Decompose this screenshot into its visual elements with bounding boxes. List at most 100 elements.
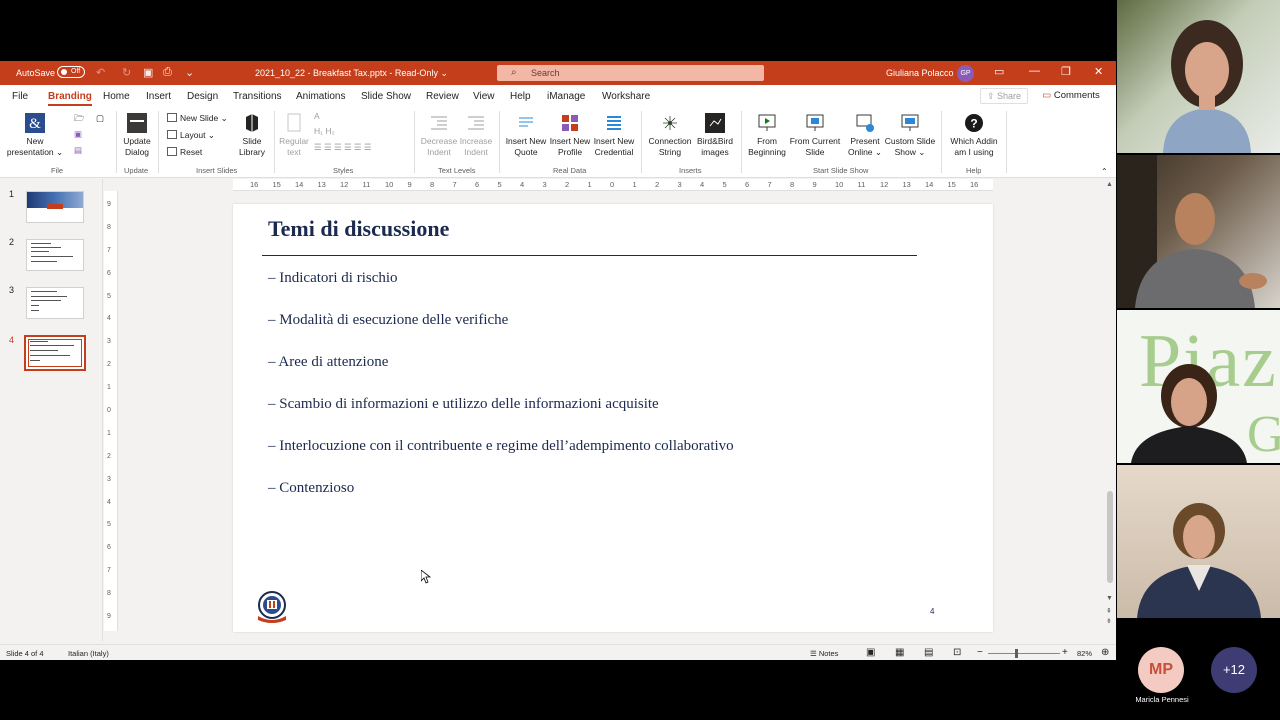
list-style-icons[interactable]: ☰ ☰ ☰ ☰ ☰ ☰	[314, 142, 372, 153]
ribbon-display-icon[interactable]: ▭	[994, 65, 1004, 78]
scroll-up-icon[interactable]: ▲	[1106, 181, 1113, 188]
slide-thumbnail-3[interactable]	[26, 287, 84, 319]
reset-button[interactable]: Reset	[167, 147, 202, 157]
collapse-ribbon-icon[interactable]: ⌃	[1101, 167, 1108, 176]
tab-file[interactable]: File	[12, 91, 28, 102]
close-icon[interactable]: ✕	[1094, 65, 1103, 78]
undo-icon[interactable]: ↶	[96, 66, 105, 79]
tab-insert[interactable]: Insert	[146, 91, 171, 102]
zoom-in-icon[interactable]: +	[1062, 647, 1068, 658]
user-name[interactable]: Giuliana Polacco	[886, 68, 954, 78]
from-beginning-button[interactable]: From Beginning	[745, 113, 789, 158]
zoom-slider-knob[interactable]	[1015, 649, 1018, 658]
autosave-toggle[interactable]: Off	[57, 66, 85, 78]
fit-to-window-icon[interactable]: ⊕	[1101, 647, 1109, 658]
bird-images-button[interactable]: Bird&Bird images	[694, 113, 736, 158]
user-avatar[interactable]: GP	[957, 65, 974, 82]
bird-images-label: Bird&Bird images	[697, 136, 733, 157]
tab-workshare[interactable]: Workshare	[602, 91, 650, 102]
insert-new-profile-button[interactable]: Insert New Profile	[548, 113, 592, 158]
decrease-indent-button[interactable]: Decrease Indent	[420, 113, 458, 158]
zoom-level[interactable]: 82%	[1077, 649, 1092, 658]
insert-new-credential-button[interactable]: Insert New Credential	[592, 113, 636, 158]
reading-view-icon[interactable]: ▤	[924, 647, 933, 658]
bullet-item[interactable]: – Aree di attenzione	[268, 354, 388, 371]
notes-button[interactable]: ☰ Notes	[810, 649, 838, 658]
customize-qat-icon[interactable]: ⌄	[185, 66, 194, 79]
save-as-icon[interactable]: ▣	[74, 129, 82, 140]
tab-view[interactable]: View	[473, 91, 495, 102]
bullet-item[interactable]: – Scambio di informazioni e utilizzo del…	[268, 396, 659, 413]
video-tile-participant[interactable]	[1117, 0, 1280, 153]
participant-video-image	[1137, 503, 1261, 618]
text-style-icon[interactable]: A	[314, 111, 320, 121]
tab-transitions[interactable]: Transitions	[233, 91, 282, 102]
scrollbar-thumb[interactable]	[1107, 491, 1113, 583]
comments-button[interactable]: ▭ Comments	[1034, 88, 1108, 104]
notes-icon: ☰	[810, 649, 817, 658]
update-dialog-button[interactable]: Update Dialog	[118, 113, 156, 158]
bullet-item[interactable]: – Interlocuzione con il contribuente e r…	[268, 438, 734, 455]
connection-string-button[interactable]: Connection String	[646, 113, 694, 158]
video-tile-participant[interactable]	[1117, 465, 1280, 618]
which-addin-button[interactable]: ? Which Addin am I using	[944, 113, 1004, 158]
ruler-tick-label: 9	[812, 180, 817, 189]
slide-thumbnail-1[interactable]	[26, 191, 84, 223]
more-participants-button[interactable]: +12	[1211, 647, 1257, 693]
normal-view-icon[interactable]: ▣	[866, 647, 875, 658]
tab-slide-show[interactable]: Slide Show	[361, 91, 411, 102]
previous-slide-icon[interactable]: ⇞	[1106, 607, 1112, 615]
present-online-button[interactable]: Present Online ⌄	[843, 113, 887, 158]
regular-text-icon	[287, 113, 301, 132]
zoom-slider-track[interactable]	[988, 653, 1060, 654]
thumbnail-line	[31, 261, 57, 262]
zoom-out-icon[interactable]: −	[977, 647, 983, 658]
slide-sorter-icon[interactable]: ▦	[895, 647, 904, 658]
bullet-item[interactable]: – Indicatori di rischio	[268, 270, 398, 287]
regular-text-label: Regular text	[279, 136, 309, 157]
bullet-item[interactable]: – Modalità di esecuzione delle verifiche	[268, 312, 508, 329]
bullet-item[interactable]: – Contenzioso	[268, 480, 354, 497]
mouse-cursor-icon	[421, 570, 431, 584]
regular-text-button[interactable]: Regular text	[276, 113, 312, 158]
next-slide-icon[interactable]: ⇟	[1106, 617, 1112, 625]
new-presentation-button[interactable]: & New presentation ⌄	[4, 113, 66, 158]
heading-style-icon[interactable]: H₁ H₂	[314, 126, 335, 136]
ruler-tick-label: 7	[107, 567, 111, 575]
new-slide-button[interactable]: New Slide ⌄	[167, 113, 228, 124]
tab-home[interactable]: Home	[103, 91, 130, 102]
minimize-icon[interactable]: —	[1029, 65, 1040, 77]
tab-design[interactable]: Design	[187, 91, 218, 102]
share-button[interactable]: ⇪ Share	[980, 88, 1028, 104]
slide-show-view-icon[interactable]: ⊡	[953, 647, 961, 658]
layout-button[interactable]: Layout ⌄	[167, 130, 215, 141]
slide-library-button[interactable]: Slide Library	[236, 113, 268, 158]
from-current-slide-button[interactable]: From Current Slide	[789, 113, 841, 158]
custom-slide-show-button[interactable]: Custom Slide Show ⌄	[883, 113, 937, 158]
tab-imanage[interactable]: iManage	[547, 91, 585, 102]
search-box[interactable]: ⌕ Search	[497, 65, 764, 81]
blank-page-icon[interactable]: ▢	[96, 113, 104, 124]
slide-title[interactable]: Temi di discussione	[268, 216, 449, 242]
slide-thumbnail-2[interactable]	[26, 239, 84, 271]
language-indicator[interactable]: Italian (Italy)	[68, 649, 109, 658]
save-copy-icon[interactable]: ▤	[74, 145, 82, 156]
tab-branding[interactable]: Branding	[48, 91, 92, 106]
video-tile-participant[interactable]: Piaz G	[1117, 310, 1280, 463]
slide-canvas[interactable]: Temi di discussione – Indicatori di risc…	[233, 204, 993, 632]
insert-new-quote-button[interactable]: Insert New Quote	[504, 113, 548, 158]
video-tile-participant[interactable]	[1117, 155, 1280, 308]
slide-thumbnail-4[interactable]	[24, 335, 86, 371]
increase-indent-button[interactable]: Increase Indent	[458, 113, 494, 158]
participant-avatar[interactable]: MP	[1138, 647, 1184, 693]
scroll-down-icon[interactable]: ▼	[1106, 595, 1113, 602]
vertical-scrollbar[interactable]: ▲ ▼ ⇞ ⇟	[1104, 179, 1116, 629]
open-folder-icon[interactable]: 🗁	[74, 113, 85, 127]
print-icon[interactable]: ⎙	[163, 66, 172, 79]
redo-icon[interactable]: ↻	[122, 66, 131, 79]
tab-review[interactable]: Review	[426, 91, 459, 102]
restore-icon[interactable]: ❐	[1061, 65, 1071, 78]
save-icon[interactable]: ▣	[143, 66, 153, 79]
tab-animations[interactable]: Animations	[296, 91, 345, 102]
tab-help[interactable]: Help	[510, 91, 531, 102]
